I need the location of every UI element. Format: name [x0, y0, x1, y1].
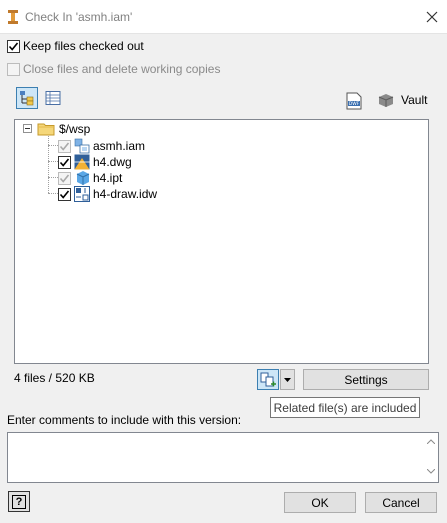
tree-view-button[interactable] [16, 87, 38, 109]
close-files-option[interactable]: Close files and delete working copies [7, 62, 220, 76]
window-title: Check In 'asmh.iam' [25, 10, 133, 24]
include-related-files-button[interactable] [257, 369, 279, 390]
keep-checked-out-checkbox[interactable] [7, 39, 20, 53]
settings-button[interactable]: Settings [303, 369, 429, 390]
checkmark-icon [8, 41, 19, 51]
keep-checked-out-option[interactable]: Keep files checked out [7, 39, 144, 53]
comments-label: Enter comments to include with this vers… [7, 413, 242, 427]
svg-text:DWF: DWF [349, 101, 360, 107]
tree-line [48, 177, 58, 178]
folder-icon [37, 123, 55, 136]
part-icon [76, 171, 90, 185]
checkmark-icon [59, 157, 70, 167]
comments-scrollbar[interactable] [423, 433, 439, 482]
comments-field[interactable] [7, 432, 439, 483]
dwf-button[interactable]: DWF [345, 92, 363, 113]
checkmark-icon [59, 189, 70, 199]
tree-item-checkbox[interactable] [58, 171, 71, 185]
drawing-icon [74, 186, 90, 202]
tree-view-icon [20, 91, 34, 106]
keep-checked-out-label: Keep files checked out [23, 39, 144, 53]
vault-label: Vault [401, 93, 428, 107]
tree-line [48, 193, 58, 194]
close-files-label: Close files and delete working copies [23, 62, 221, 76]
scroll-up-icon[interactable] [427, 439, 435, 444]
tree-item[interactable]: h4-draw.idw [58, 186, 157, 202]
related-files-tooltip: Related file(s) are included [270, 397, 420, 418]
tree-line [48, 161, 58, 162]
dwf-icon: DWF [346, 92, 362, 110]
related-files-dropdown[interactable] [280, 369, 295, 390]
tree-item-checkbox[interactable] [58, 139, 71, 153]
vault-icon [378, 94, 394, 107]
cancel-button[interactable]: Cancel [365, 492, 437, 513]
close-files-checkbox[interactable] [7, 62, 20, 76]
tree-line [48, 145, 58, 146]
tree-item-checkbox[interactable] [58, 155, 71, 169]
collapse-toggle[interactable] [23, 124, 32, 133]
scroll-down-icon[interactable] [427, 469, 435, 474]
dwg-icon [74, 154, 90, 170]
vault-checkin-icon [8, 10, 18, 24]
checkmark-icon [59, 173, 70, 183]
close-button[interactable] [420, 5, 444, 29]
related-files-icon [260, 372, 276, 386]
tree-item-label: asmh.iam [93, 139, 146, 153]
list-view-button[interactable] [42, 87, 64, 109]
tree-item[interactable]: asmh.iam [58, 138, 145, 154]
tree-item-label: h4.ipt [93, 171, 123, 185]
minus-icon [25, 128, 30, 129]
file-tree[interactable]: $/wsp asmh.iam h4.dwg h4.ipt h4-draw.idw [14, 119, 429, 364]
vault-button[interactable]: Vault [377, 92, 427, 108]
help-icon: ? [12, 494, 26, 509]
title-bar: Check In 'asmh.iam' [0, 0, 447, 34]
tree-item-label: h4.dwg [93, 155, 132, 169]
ok-button[interactable]: OK [284, 492, 356, 513]
tree-item-checkbox[interactable] [58, 187, 71, 201]
chevron-down-icon [284, 377, 291, 382]
tree-item-label: h4-draw.idw [93, 187, 158, 201]
tree-root-label: $/wsp [59, 122, 91, 136]
tree-item[interactable]: h4.dwg [58, 154, 132, 170]
assembly-icon [74, 138, 90, 154]
checkmark-icon [59, 141, 70, 151]
tree-item[interactable]: h4.ipt [58, 170, 122, 186]
list-view-icon [45, 91, 61, 105]
help-button[interactable]: ? [8, 491, 30, 512]
file-summary: 4 files / 520 KB [14, 371, 95, 385]
close-icon [426, 11, 438, 23]
